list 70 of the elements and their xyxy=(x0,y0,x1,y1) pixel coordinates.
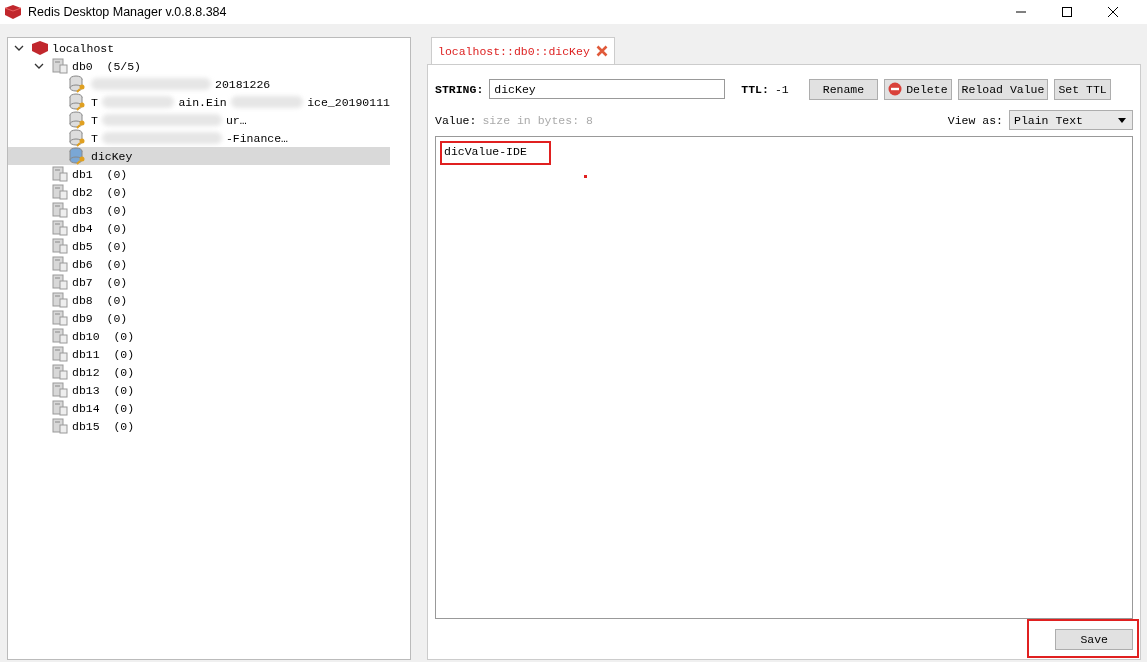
database-icon xyxy=(52,274,68,290)
tree-item[interactable]: db10 (0) xyxy=(72,329,135,343)
database-icon xyxy=(52,418,68,434)
database-icon xyxy=(52,202,68,218)
key-icon xyxy=(69,111,87,129)
type-label: STRING: xyxy=(435,82,484,96)
value-text: dicValue-IDE xyxy=(440,141,551,165)
value-editor[interactable]: dicValue-IDE xyxy=(435,136,1133,619)
key-name[interactable]: T xyxy=(91,113,98,127)
database-icon xyxy=(52,256,68,272)
tree-item[interactable]: db11 (0) xyxy=(72,347,135,361)
tree-item[interactable]: localhost xyxy=(52,41,115,55)
chevron-icon[interactable] xyxy=(34,61,44,71)
tree-item[interactable]: db7 (0) xyxy=(72,275,128,289)
key-name[interactable]: dicKey xyxy=(91,149,133,163)
toolbar-button[interactable]: Rename xyxy=(808,78,879,100)
tree-item[interactable]: db0 (5/5) xyxy=(72,59,141,73)
tree-item[interactable]: db3 (0) xyxy=(72,203,128,217)
server-icon xyxy=(32,41,48,55)
database-icon xyxy=(52,58,68,74)
database-icon xyxy=(52,238,68,254)
app-logo-icon xyxy=(5,5,21,19)
key-name[interactable]: ain.Ein xyxy=(178,95,227,109)
key-name[interactable]: ur… xyxy=(225,113,247,127)
no-entry-icon xyxy=(888,82,903,96)
delete-button[interactable]: Delete xyxy=(884,78,952,100)
database-icon xyxy=(52,346,68,362)
tree-item[interactable]: db5 (0) xyxy=(72,239,128,253)
database-icon xyxy=(52,328,68,344)
chevron-icon[interactable] xyxy=(14,43,24,53)
key-name[interactable]: 20181226 xyxy=(215,77,271,91)
tree-item[interactable]: db12 (0) xyxy=(72,365,135,379)
database-icon xyxy=(52,310,68,326)
tree-item[interactable]: db4 (0) xyxy=(72,221,128,235)
maximize-icon[interactable] xyxy=(1061,6,1073,18)
tree-item[interactable]: db13 (0) xyxy=(72,383,135,397)
tree-item[interactable]: db9 (0) xyxy=(72,311,128,325)
database-icon xyxy=(52,400,68,416)
close-icon[interactable] xyxy=(1107,6,1119,18)
toolbar-button[interactable]: Reload Value xyxy=(957,78,1049,100)
key-name[interactable]: T xyxy=(91,95,98,109)
value-label: Value: xyxy=(435,113,477,127)
view-as-dropdown[interactable]: Plain Text xyxy=(1009,110,1133,130)
ttl-label: TTL: xyxy=(741,82,769,96)
key-icon xyxy=(69,75,87,93)
size-hint: size in bytes: 8 xyxy=(482,113,593,127)
database-icon xyxy=(52,220,68,236)
key-name[interactable]: -Finance… xyxy=(225,131,289,145)
key-name[interactable]: T xyxy=(91,131,98,145)
database-icon xyxy=(52,292,68,308)
database-icon xyxy=(52,382,68,398)
tree-item[interactable]: db2 (0) xyxy=(72,185,128,199)
tree-item[interactable]: db1 (0) xyxy=(72,167,128,181)
database-icon xyxy=(52,364,68,380)
ttl-value: -1 xyxy=(774,82,789,96)
tree-item[interactable]: db14 (0) xyxy=(72,401,135,415)
save-button[interactable]: Save xyxy=(1055,629,1133,650)
tab[interactable]: localhost::db0::dicKey xyxy=(431,37,615,64)
tree-item[interactable]: db8 (0) xyxy=(72,293,128,307)
key-icon xyxy=(69,93,87,111)
view-as-label: View as: xyxy=(947,113,1003,127)
tree-item[interactable]: db6 (0) xyxy=(72,257,128,271)
key-name-field[interactable]: dicKey xyxy=(489,79,726,99)
key-name[interactable]: ice_20190111 xyxy=(307,95,390,109)
window-title: Redis Desktop Manager v.0.8.8.384 xyxy=(28,5,227,19)
caret-icon xyxy=(1118,117,1126,123)
database-icon xyxy=(52,184,68,200)
tree-item[interactable]: db15 (0) xyxy=(72,419,135,433)
toolbar-button[interactable]: Set TTL xyxy=(1054,78,1111,100)
key-icon xyxy=(69,147,87,165)
